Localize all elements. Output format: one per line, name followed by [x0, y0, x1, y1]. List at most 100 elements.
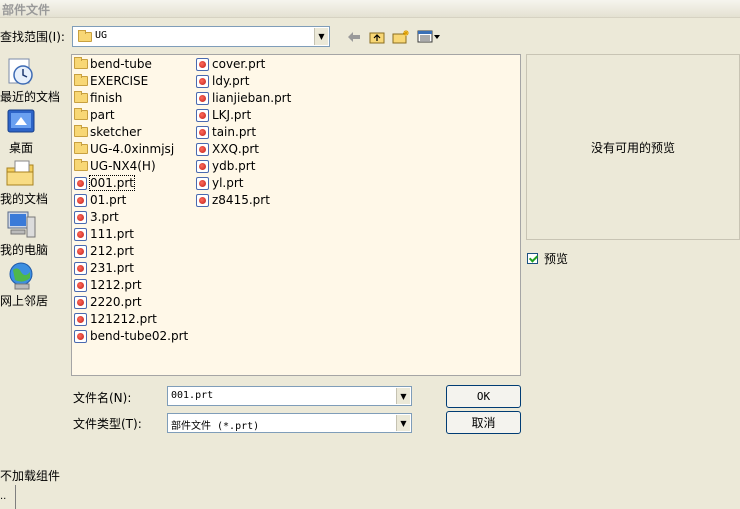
my-documents-icon [6, 160, 34, 186]
file-item[interactable]: ydb.prt [194, 158, 291, 175]
folder-icon [74, 159, 88, 171]
cancel-button[interactable]: 取消 [446, 411, 521, 434]
folder-item[interactable]: part [72, 107, 188, 124]
no-load-components-label: 不加载组件 [0, 469, 61, 483]
folder-item[interactable]: UG-NX4(H) [72, 158, 188, 175]
look-in-dropdown[interactable]: UG ▼ [72, 26, 330, 47]
preview-empty-text: 没有可用的预览 [590, 141, 675, 155]
file-item[interactable]: 121212.prt [72, 311, 188, 328]
prt-file-icon [74, 245, 87, 258]
network-icon [9, 262, 33, 290]
prt-file-icon [196, 177, 209, 190]
filename-label: 文件名(N): [73, 391, 132, 405]
preview-pane: 没有可用的预览 [526, 54, 740, 240]
folder-icon [74, 125, 88, 137]
file-item[interactable]: 2220.prt [72, 294, 188, 311]
file-item[interactable]: lianjieban.prt [194, 90, 291, 107]
back-button[interactable] [345, 28, 363, 45]
folder-icon [74, 74, 88, 86]
place-network[interactable]: 网上邻居 [0, 260, 66, 310]
new-folder-button[interactable] [392, 28, 410, 45]
view-menu-button[interactable] [416, 28, 442, 45]
prt-file-icon [74, 279, 87, 292]
place-label: 我的电脑 [0, 243, 49, 257]
file-item-selected[interactable]: 001.prt [72, 175, 188, 192]
folder-icon [74, 57, 88, 69]
up-folder-button[interactable] [368, 28, 386, 45]
prt-file-icon [74, 330, 87, 343]
file-item[interactable]: XXQ.prt [194, 141, 291, 158]
filename-input[interactable]: 001.prt ▼ [167, 386, 412, 406]
file-item[interactable]: 3.prt [72, 209, 188, 226]
file-item[interactable]: 231.prt [72, 260, 188, 277]
prt-file-icon [74, 211, 87, 224]
prt-file-icon [74, 177, 87, 190]
filetype-value: 部件文件 (*.prt) [171, 421, 260, 432]
options-field[interactable]: .. [0, 485, 16, 509]
folder-icon [74, 108, 88, 120]
chevron-down-icon[interactable]: ▼ [396, 415, 410, 431]
up-folder-icon [369, 32, 385, 43]
file-item[interactable]: bend-tube02.prt [72, 328, 188, 345]
file-item[interactable]: ldy.prt [194, 73, 291, 90]
prt-file-icon [196, 75, 209, 88]
prt-file-icon [196, 109, 209, 122]
window-title: 部件文件 [2, 3, 51, 17]
place-recent-documents[interactable]: 最近的文档 [0, 56, 66, 106]
place-label: 桌面 [9, 141, 34, 155]
prt-file-icon [196, 160, 209, 173]
title-bar: 部件文件 [0, 0, 740, 18]
folder-item[interactable]: UG-4.0xinmjsj [72, 141, 188, 158]
place-desktop[interactable]: 桌面 [0, 107, 66, 157]
filename-value: 001.prt [171, 390, 214, 401]
prt-file-icon [74, 262, 87, 275]
file-item[interactable]: 212.prt [72, 243, 188, 260]
preview-checkbox-row[interactable]: 预览 [527, 250, 568, 267]
new-folder-icon [392, 30, 409, 44]
prt-file-icon [196, 126, 209, 139]
prt-file-icon [74, 194, 87, 207]
look-in-label: 查找范围(I): [0, 30, 65, 44]
chevron-down-icon[interactable]: ▼ [314, 28, 328, 45]
prt-file-icon [74, 228, 87, 241]
folder-item[interactable]: finish [72, 90, 188, 107]
file-item[interactable]: LKJ.prt [194, 107, 291, 124]
file-item[interactable]: cover.prt [194, 56, 291, 73]
place-my-computer[interactable]: 我的电脑 [0, 209, 66, 259]
file-item[interactable]: 01.prt [72, 192, 188, 209]
preview-checkbox[interactable] [527, 253, 538, 264]
look-in-value: UG [95, 30, 108, 41]
folder-item[interactable]: bend-tube [72, 56, 188, 73]
filetype-label: 文件类型(T): [73, 417, 142, 431]
prt-file-icon [74, 296, 87, 309]
prt-file-icon [196, 143, 209, 156]
place-my-documents[interactable]: 我的文档 [0, 158, 66, 208]
prt-file-icon [196, 92, 209, 105]
place-label: 我的文档 [0, 192, 49, 206]
place-label: 最近的文档 [0, 90, 61, 104]
preview-checkbox-label: 预览 [544, 252, 569, 266]
file-item[interactable]: tain.prt [194, 124, 291, 141]
prt-file-icon [74, 313, 87, 326]
my-computer-icon [7, 211, 36, 238]
file-column-1: bend-tube EXERCISE finish part sketcher … [72, 56, 188, 345]
prt-file-icon [196, 194, 209, 207]
file-column-2: cover.prt ldy.prt lianjieban.prt LKJ.prt… [194, 56, 291, 209]
desktop-icon [7, 109, 35, 133]
chevron-down-icon[interactable]: ▼ [396, 388, 410, 404]
file-item[interactable]: 1212.prt [72, 277, 188, 294]
file-list[interactable]: bend-tube EXERCISE finish part sketcher … [71, 54, 521, 376]
recent-documents-icon [8, 58, 33, 85]
folder-icon [74, 142, 88, 154]
folder-icon [74, 91, 88, 103]
ok-button[interactable]: OK [446, 385, 521, 408]
back-arrow-icon [348, 31, 360, 42]
file-item[interactable]: yl.prt [194, 175, 291, 192]
place-label: 网上邻居 [0, 294, 49, 308]
file-item[interactable]: z8415.prt [194, 192, 291, 209]
filetype-dropdown[interactable]: 部件文件 (*.prt) ▼ [167, 413, 412, 433]
folder-item[interactable]: sketcher [72, 124, 188, 141]
folder-item[interactable]: EXERCISE [72, 73, 188, 90]
folder-icon [78, 30, 92, 42]
file-item[interactable]: 111.prt [72, 226, 188, 243]
